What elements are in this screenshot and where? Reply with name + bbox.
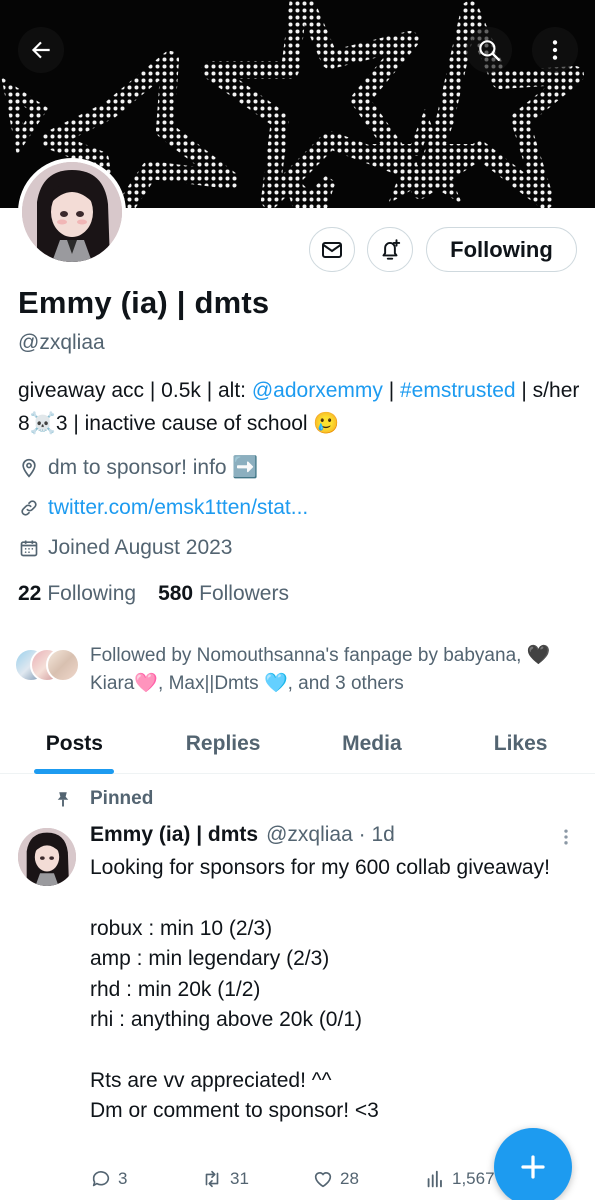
profile-tabs: Posts Replies Media Likes — [0, 712, 595, 774]
views-count: 1,567 — [452, 1169, 495, 1188]
display-name: Emmy (ia) | dmts — [18, 285, 270, 320]
views-button[interactable]: 1,567 — [424, 1168, 495, 1190]
website-link[interactable]: twitter.com/emsk1tten/stat... — [48, 496, 308, 520]
joined-row: Joined August 2023 — [18, 536, 233, 560]
pin-icon — [57, 792, 69, 807]
views-chart-icon — [427, 1170, 442, 1188]
compose-post-button[interactable] — [494, 1128, 572, 1200]
following-button[interactable]: Following — [426, 227, 577, 272]
bio-text: giveaway acc | 0.5k | alt: — [18, 379, 252, 402]
more-vertical-icon — [564, 829, 568, 845]
like-button[interactable]: 28 — [312, 1168, 424, 1190]
bio-separator: | — [382, 379, 400, 402]
location-row: dm to sponsor! info ➡️ — [18, 456, 259, 480]
repost-icon — [205, 1170, 219, 1188]
post-author-handle[interactable]: @zxqliaa · 1d — [266, 823, 395, 847]
tab-posts[interactable]: Posts — [0, 712, 149, 774]
tab-label: Likes — [493, 732, 548, 755]
location-pin-icon — [18, 457, 40, 479]
envelope-icon — [322, 241, 342, 258]
tab-replies[interactable]: Replies — [149, 712, 298, 773]
link-icon — [18, 497, 40, 519]
avatar-image — [22, 162, 122, 262]
tab-label: Replies — [185, 732, 261, 755]
bell-plus-icon — [382, 238, 401, 260]
heart-icon — [314, 1172, 332, 1188]
profile-avatar[interactable] — [18, 158, 126, 266]
followed-by-avatars — [14, 642, 86, 682]
like-count: 28 — [340, 1169, 359, 1188]
website-row: twitter.com/emsk1tten/stat... — [18, 496, 308, 520]
pinned-indicator: Pinned — [54, 788, 153, 810]
followers-count: 580 — [158, 582, 194, 605]
profile-bio: giveaway acc | 0.5k | alt: @adorxemmy | … — [18, 374, 583, 440]
hashtag-link[interactable]: #emstrusted — [400, 379, 516, 402]
followers-count-link[interactable]: 580 Followers — [158, 582, 289, 606]
active-tab-indicator — [34, 769, 114, 774]
back-button[interactable] — [18, 27, 64, 73]
tab-likes[interactable]: Likes — [446, 712, 595, 773]
user-handle: @zxqliaa — [18, 331, 105, 354]
follower-avatar — [46, 648, 80, 682]
tab-label: Posts — [45, 732, 103, 755]
reply-button[interactable]: 3 — [90, 1168, 200, 1190]
calendar-icon — [18, 537, 40, 559]
post-more-button[interactable] — [556, 826, 576, 853]
notify-button[interactable] — [367, 227, 413, 272]
search-button[interactable] — [466, 27, 512, 73]
arrow-left-icon — [31, 41, 50, 59]
followed-by-text: Followed by Nomouthsanna's fanpage by ba… — [90, 645, 551, 694]
alt-account-link[interactable]: @adorxemmy — [252, 379, 383, 402]
repost-count: 31 — [230, 1169, 249, 1188]
more-vertical-icon — [552, 40, 558, 60]
reply-count: 3 — [118, 1169, 128, 1188]
post-text: Looking for sponsors for my 600 collab g… — [90, 856, 550, 1123]
following-count-link[interactable]: 22 Following — [18, 582, 136, 606]
following-count: 22 — [18, 582, 42, 605]
pinned-label: Pinned — [90, 788, 154, 809]
plus-icon — [521, 1155, 545, 1179]
following-label: Following — [47, 582, 137, 605]
repost-button[interactable]: 31 — [200, 1168, 312, 1190]
joined-date: Joined August 2023 — [48, 536, 233, 559]
post-header: Emmy (ia) | dmts @zxqliaa · 1d — [90, 823, 395, 847]
message-button[interactable] — [309, 227, 355, 272]
post-author-name[interactable]: Emmy (ia) | dmts — [90, 823, 258, 847]
location-text: dm to sponsor! info ➡️ — [48, 456, 259, 479]
tab-label: Media — [342, 732, 402, 755]
search-icon — [479, 40, 500, 61]
followers-label: Followers — [199, 582, 289, 605]
followed-by[interactable]: Followed by Nomouthsanna's fanpage by ba… — [14, 642, 584, 698]
reply-icon — [92, 1171, 110, 1187]
tab-media[interactable]: Media — [298, 712, 447, 773]
follow-counts: 22 Following 580 Followers — [18, 582, 311, 606]
more-options-button[interactable] — [532, 27, 578, 73]
post-author-avatar[interactable] — [18, 828, 76, 886]
